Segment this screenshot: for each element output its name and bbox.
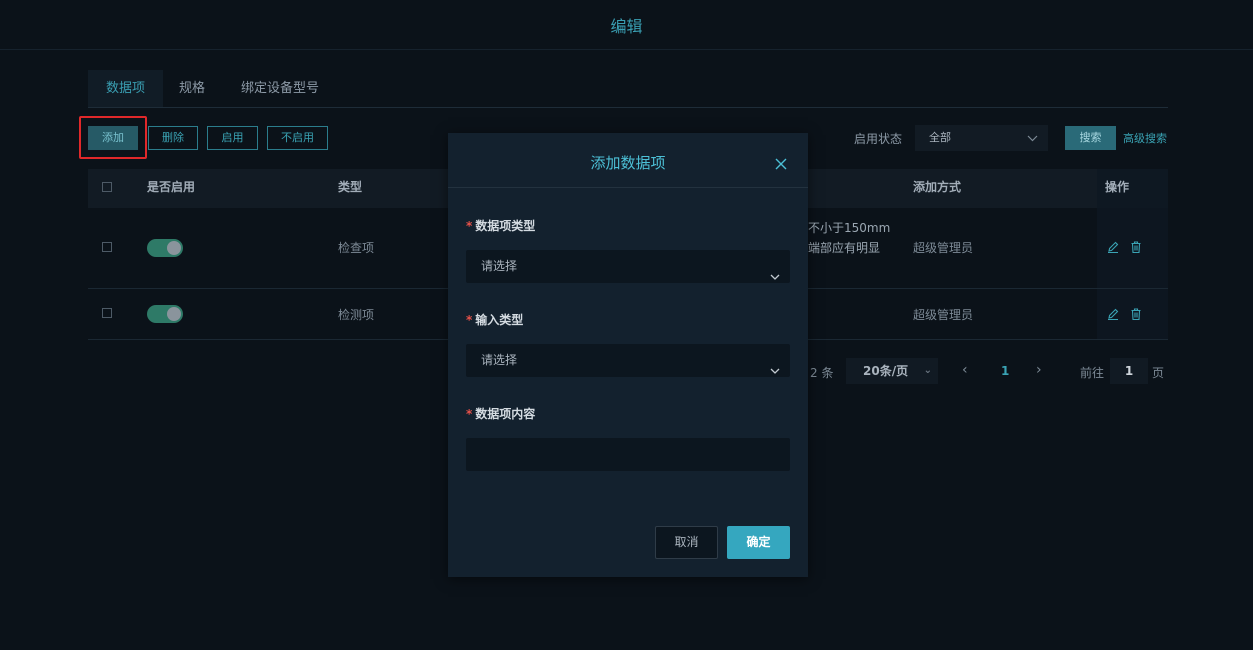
- status-filter-value: 全部: [929, 131, 951, 144]
- goto-label: 前往: [1080, 366, 1105, 380]
- tab-specs[interactable]: 规格: [179, 70, 205, 107]
- row-content-line1: 不小于150mm: [808, 221, 891, 235]
- goto-page-input[interactable]: 1: [1110, 358, 1148, 384]
- data-item-type-label: * 数据项类型: [466, 219, 536, 233]
- data-item-content-input[interactable]: [466, 438, 790, 471]
- total-count: 2 条: [810, 366, 834, 380]
- row-type: 检测项: [338, 308, 375, 322]
- input-type-select[interactable]: 请选择: [466, 344, 790, 377]
- enabled-toggle[interactable]: [147, 239, 183, 257]
- column-header-type: 类型: [338, 180, 363, 194]
- cancel-button[interactable]: 取消: [655, 526, 718, 559]
- row-added-by: 超级管理员: [913, 308, 974, 322]
- tab-bar: 数据项 规格 绑定设备型号: [88, 70, 1168, 108]
- next-page-icon[interactable]: ›: [1036, 362, 1042, 378]
- disable-button[interactable]: 不启用: [267, 126, 328, 150]
- close-icon[interactable]: [774, 156, 788, 170]
- delete-icon[interactable]: [1129, 306, 1143, 321]
- row-content-line2: 端部应有明显: [808, 241, 881, 255]
- row-checkbox[interactable]: [102, 242, 112, 252]
- row-type: 检查项: [338, 241, 375, 255]
- select-all-checkbox[interactable]: [102, 182, 112, 192]
- row-added-by: 超级管理员: [913, 241, 974, 255]
- search-button[interactable]: 搜索: [1065, 126, 1116, 150]
- edit-icon[interactable]: [1106, 239, 1120, 254]
- chevron-down-icon: ⌄: [923, 365, 932, 376]
- top-bar: 编辑: [0, 0, 1253, 50]
- column-header-added-by: 添加方式: [913, 180, 962, 194]
- data-item-type-placeholder: 请选择: [481, 259, 518, 273]
- data-item-type-select[interactable]: 请选择: [466, 250, 790, 283]
- delete-icon[interactable]: [1129, 239, 1143, 254]
- add-data-item-dialog: 添加数据项 * 数据项类型 请选择 * 输入类型 请选择 * 数据项内容 取消 确定: [448, 133, 808, 577]
- data-item-content-label: * 数据项内容: [466, 407, 536, 421]
- tab-data-items[interactable]: 数据项: [88, 70, 164, 107]
- input-type-placeholder: 请选择: [481, 353, 518, 367]
- status-filter-select[interactable]: 全部: [915, 125, 1048, 151]
- column-header-enabled: 是否启用: [147, 180, 196, 194]
- page-size-value: 20条/页: [863, 364, 909, 378]
- dialog-header: 添加数据项: [448, 133, 808, 188]
- status-filter-label: 启用状态: [854, 132, 903, 146]
- page-suffix: 页: [1152, 366, 1165, 380]
- column-header-actions: 操作: [1105, 180, 1130, 194]
- chevron-down-icon: [1027, 125, 1038, 160]
- chevron-down-icon: [770, 262, 780, 280]
- edit-icon[interactable]: [1106, 306, 1120, 321]
- enable-button[interactable]: 启用: [207, 126, 258, 150]
- chevron-down-icon: [770, 356, 780, 374]
- confirm-button[interactable]: 确定: [727, 526, 790, 559]
- prev-page-icon[interactable]: ‹: [962, 362, 968, 378]
- page-size-select[interactable]: 20条/页 ⌄: [846, 358, 938, 384]
- enabled-toggle[interactable]: [147, 305, 183, 323]
- advanced-search-link[interactable]: 高级搜索: [1123, 130, 1167, 146]
- input-type-label: * 输入类型: [466, 313, 524, 327]
- current-page[interactable]: 1: [1001, 364, 1009, 378]
- tab-bind-device-model[interactable]: 绑定设备型号: [241, 70, 319, 107]
- delete-button[interactable]: 删除: [148, 126, 198, 150]
- page-title: 编辑: [610, 16, 643, 36]
- dialog-title: 添加数据项: [590, 154, 666, 172]
- highlight-box: [79, 116, 147, 159]
- row-checkbox[interactable]: [102, 308, 112, 318]
